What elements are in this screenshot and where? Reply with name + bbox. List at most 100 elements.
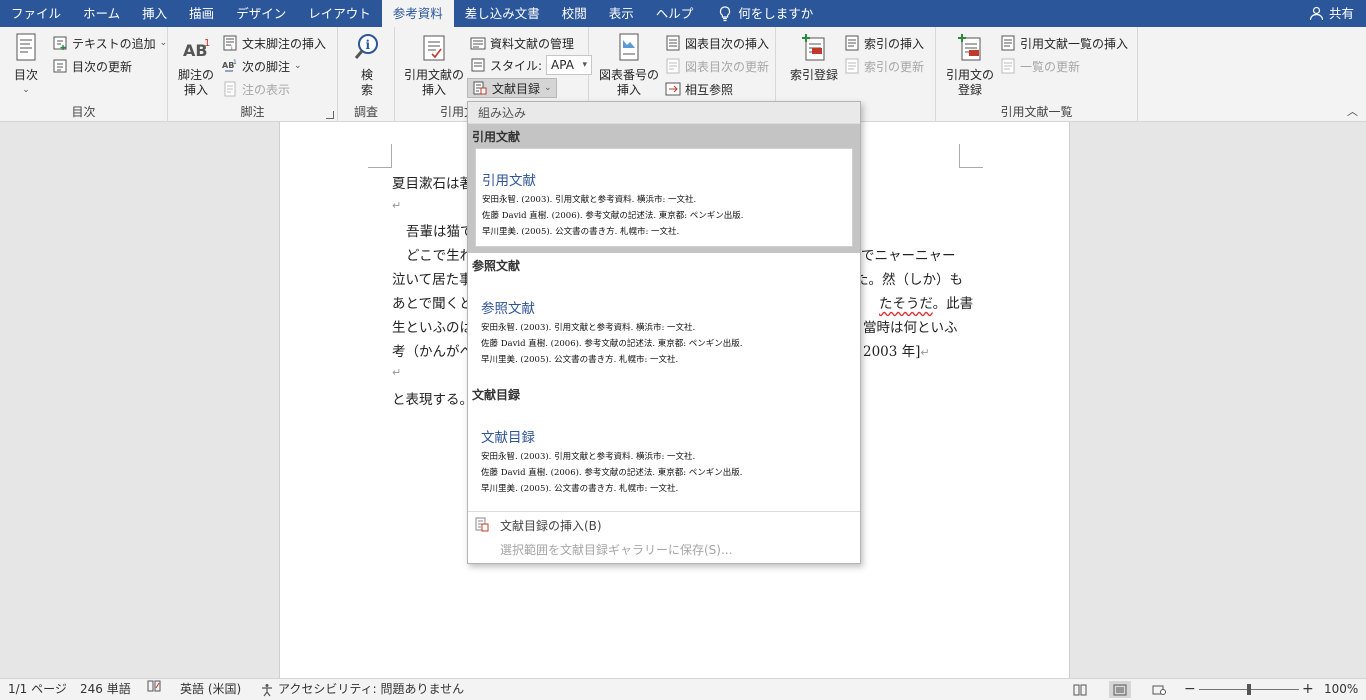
paragraph-mark: ↵ bbox=[392, 366, 402, 379]
gallery-item-references[interactable]: 参照文献 参照文献 安田永智. (2003). 引用文献と参考資料. 横浜市: … bbox=[468, 253, 860, 382]
tab-layout[interactable]: レイアウト bbox=[297, 0, 382, 27]
update-table-of-figures-button[interactable]: 図表目次の更新 bbox=[665, 56, 769, 76]
language-indicator[interactable]: 英語 (米国) bbox=[180, 679, 241, 700]
insert-citation-button[interactable]: 引用文献の 挿入 bbox=[404, 32, 464, 98]
share-label: 共有 bbox=[1328, 6, 1354, 21]
mark-citation-line2: 登録 bbox=[958, 83, 983, 97]
update-table-icon bbox=[1001, 58, 1015, 74]
print-layout-button[interactable] bbox=[1109, 681, 1131, 698]
search-line2: 索 bbox=[360, 83, 373, 97]
gallery-item-title: 引用文献 bbox=[472, 130, 521, 144]
cross-reference-button[interactable]: 相互参照 bbox=[665, 79, 733, 99]
gallery-item-title: 文献目録 bbox=[472, 388, 521, 402]
tab-review[interactable]: 校閲 bbox=[551, 0, 598, 27]
insert-footnote-button[interactable]: AB 1 脚注の 挿入 bbox=[178, 32, 214, 98]
insert-bibliography-icon bbox=[475, 517, 489, 532]
add-text-label: テキストの追加 bbox=[72, 36, 156, 51]
gallery-item-bibliography[interactable]: 文献目録 文献目録 安田永智. (2003). 引用文献と参考資料. 横浜市: … bbox=[468, 382, 860, 511]
insert-table-of-figures-button[interactable]: 図表目次の挿入 bbox=[665, 33, 769, 53]
insert-bibliography-command[interactable]: 文献目録の挿入(B) bbox=[468, 513, 860, 537]
spelling-squiggle: たそうだ bbox=[879, 296, 933, 312]
tab-design[interactable]: デザイン bbox=[225, 0, 297, 27]
mark-entry-label: 索引登録 bbox=[790, 68, 839, 82]
insert-caption-button[interactable]: 図表番号の 挿入 bbox=[599, 32, 659, 98]
insert-caption-icon bbox=[619, 33, 639, 61]
manage-sources-button[interactable]: 資料文献の管理 bbox=[470, 33, 574, 53]
tab-file[interactable]: ファイル bbox=[0, 0, 72, 27]
add-text-button[interactable]: テキストの追加 ⌄ bbox=[52, 33, 167, 53]
zoom-slider[interactable] bbox=[1199, 684, 1299, 695]
toc-button-label: 目次 bbox=[13, 68, 38, 82]
gallery-divider bbox=[468, 511, 860, 512]
search-button[interactable]: i 検 索 bbox=[351, 32, 383, 98]
next-footnote-button[interactable]: AB 1 次の脚注 ⌄ bbox=[222, 56, 302, 76]
update-index-button[interactable]: 索引の更新 bbox=[844, 56, 924, 76]
person-icon bbox=[1309, 6, 1324, 21]
update-table-of-authorities-label: 一覧の更新 bbox=[1020, 59, 1081, 74]
style-selector: スタイル: APA ▾ bbox=[470, 55, 593, 75]
style-label: スタイル: bbox=[490, 58, 543, 73]
doc-line-6-start: 生といふのは bbox=[392, 320, 473, 336]
tab-home[interactable]: ホーム bbox=[72, 0, 131, 27]
insert-citation-line1: 引用文献の bbox=[404, 68, 465, 82]
zoom-slider-thumb[interactable] bbox=[1247, 684, 1251, 695]
page-count[interactable]: 1/1 ページ bbox=[8, 679, 67, 700]
toc-group: 目次 ⌄ テキストの追加 ⌄ 目次の更新 目次 bbox=[0, 27, 168, 122]
tell-me-search[interactable]: 何をしますか bbox=[704, 0, 824, 27]
tab-references[interactable]: 参考資料 bbox=[381, 0, 454, 27]
doc-line-4-end: た。然（しか）も bbox=[855, 272, 963, 288]
preview-heading: 参照文献 bbox=[481, 301, 535, 317]
gallery-item-works-cited[interactable]: 引用文献 引用文献 安田永智. (2003). 引用文献と参考資料. 横浜市: … bbox=[468, 124, 860, 253]
proofing-icon[interactable] bbox=[147, 679, 161, 693]
doc-line-7-text: 2003 年] bbox=[863, 344, 921, 360]
insert-index-button[interactable]: 索引の挿入 bbox=[844, 33, 924, 53]
bibliography-label: 文献目録 bbox=[492, 81, 541, 96]
mark-entry-button[interactable]: 索引登録 bbox=[790, 32, 838, 83]
zoom-in-button[interactable]: + bbox=[1302, 679, 1314, 700]
save-to-gallery-command[interactable]: 選択範囲を文献目録ギャラリーに保存(S)... bbox=[468, 537, 860, 561]
preview-entry: 佐藤 David 直樹. (2006). 参考文献の記述法. 東京都: ペンギン… bbox=[481, 339, 743, 349]
update-toc-button[interactable]: 目次の更新 bbox=[52, 56, 132, 76]
web-layout-button[interactable] bbox=[1148, 681, 1170, 698]
share-button[interactable]: 共有 bbox=[1309, 0, 1354, 27]
bibliography-gallery: 組み込み 引用文献 引用文献 安田永智. (2003). 引用文献と参考資料. … bbox=[467, 101, 861, 564]
accessibility-icon bbox=[262, 683, 272, 696]
word-count[interactable]: 246 単語 bbox=[80, 679, 131, 700]
chevron-down-icon: ⌄ bbox=[294, 61, 302, 71]
insert-caption-line1: 図表番号の bbox=[599, 68, 660, 82]
chevron-down-icon: ⌄ bbox=[159, 38, 168, 48]
toc-button[interactable]: 目次 ⌄ bbox=[10, 32, 42, 98]
tab-insert[interactable]: 挿入 bbox=[131, 0, 178, 27]
read-mode-button[interactable] bbox=[1069, 681, 1091, 698]
tab-mailings[interactable]: 差し込み文書 bbox=[454, 0, 551, 27]
doc-line-4-start: 泣いて居た事 bbox=[392, 272, 473, 288]
next-footnote-label: 次の脚注 bbox=[242, 59, 291, 74]
zoom-level[interactable]: 100% bbox=[1324, 679, 1358, 700]
mark-citation-button[interactable]: 引用文の 登録 bbox=[946, 32, 994, 98]
chevron-down-icon: ⌄ bbox=[22, 85, 30, 95]
doc-line-5-start: あとで聞くと bbox=[392, 296, 473, 312]
insert-table-of-figures-label: 図表目次の挿入 bbox=[685, 36, 770, 51]
gallery-section-header: 組み込み bbox=[468, 102, 860, 124]
accessibility-checker[interactable]: アクセシビリティ: 問題ありません bbox=[260, 679, 464, 700]
preview-heading: 文献目録 bbox=[481, 430, 535, 446]
tell-me-label: 何をしますか bbox=[738, 6, 814, 21]
style-dropdown[interactable]: APA ▾ bbox=[546, 55, 593, 75]
show-notes-icon bbox=[224, 81, 236, 97]
preview-entry: 佐藤 David 直樹. (2006). 参考文献の記述法. 東京都: ペンギン… bbox=[482, 211, 744, 221]
zoom-out-button[interactable]: − bbox=[1184, 679, 1196, 700]
tab-draw[interactable]: 描画 bbox=[178, 0, 225, 27]
insert-footnote-line1: 脚注の bbox=[178, 68, 215, 82]
toc-group-label: 目次 bbox=[71, 105, 96, 119]
mark-citation-line1: 引用文の bbox=[946, 68, 995, 82]
tab-help[interactable]: ヘルプ bbox=[645, 0, 705, 27]
insert-table-of-authorities-button[interactable]: 引用文献一覧の挿入 bbox=[1000, 33, 1128, 53]
preview-entry: 安田永智. (2003). 引用文献と参考資料. 横浜市: 一文社. bbox=[481, 323, 696, 333]
insert-endnote-button[interactable]: i 文末脚注の挿入 bbox=[222, 33, 326, 53]
bibliography-button[interactable]: 文献目録 ⌄ bbox=[467, 78, 557, 98]
show-notes-button[interactable]: 注の表示 bbox=[222, 79, 290, 99]
tab-view[interactable]: 表示 bbox=[598, 0, 645, 27]
update-table-of-authorities-button[interactable]: 一覧の更新 bbox=[1000, 56, 1080, 76]
svg-text:1: 1 bbox=[204, 38, 210, 49]
collapse-ribbon-button[interactable]: ︿ bbox=[1347, 103, 1358, 119]
